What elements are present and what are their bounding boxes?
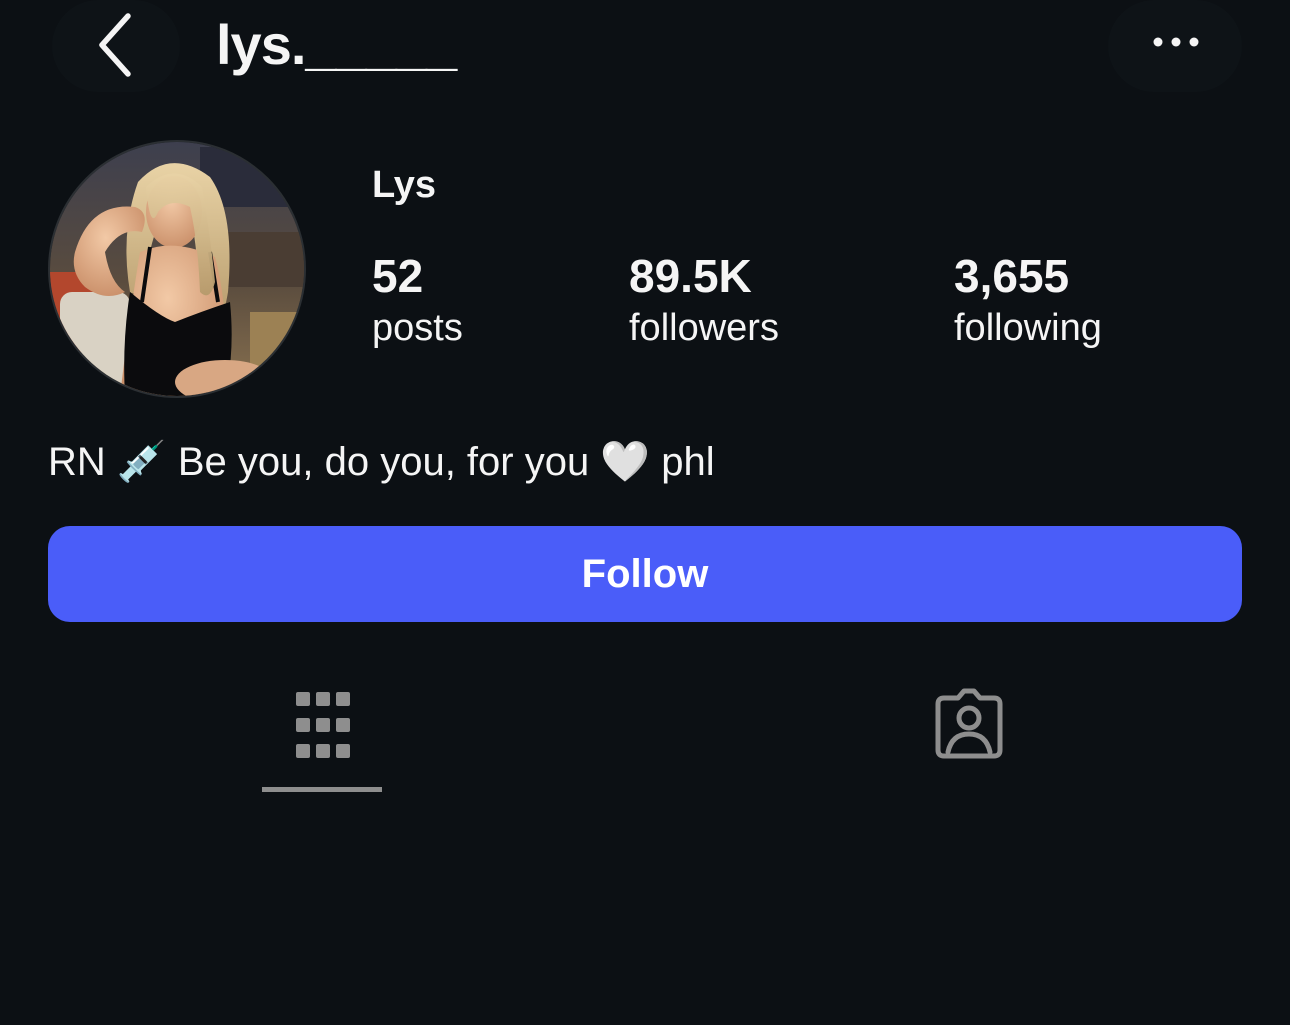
- posts-count: 52: [372, 250, 424, 302]
- more-options-button[interactable]: [1108, 0, 1242, 92]
- tab-tagged[interactable]: [924, 680, 1014, 770]
- followers-label: followers: [629, 307, 779, 349]
- chevron-left-icon: [99, 13, 131, 77]
- profile-username: lys._____: [216, 13, 457, 76]
- profile-page: lys._____ Lys 52 posts 89.5K followers 3…: [0, 0, 1290, 1025]
- stat-following[interactable]: 3,655 following: [954, 248, 1102, 352]
- stat-followers[interactable]: 89.5K followers: [629, 248, 779, 352]
- grid-icon: [296, 692, 350, 758]
- avatar[interactable]: [48, 140, 306, 398]
- bio: RN 💉 Be you, do you, for you 🤍 phl: [48, 434, 715, 490]
- selected-tab-indicator: [262, 787, 382, 792]
- following-label: following: [954, 307, 1102, 349]
- white-heart-emoji: 🤍: [600, 440, 651, 484]
- follow-button[interactable]: Follow: [48, 526, 1242, 622]
- stat-posts[interactable]: 52 posts: [372, 248, 463, 352]
- profile-photo: [50, 142, 304, 396]
- following-count: 3,655: [954, 250, 1070, 302]
- tagged-person-icon: [935, 688, 1003, 759]
- bio-suffix: phl: [661, 440, 715, 484]
- tab-posts-grid[interactable]: [262, 680, 382, 792]
- syringe-emoji: 💉: [116, 440, 167, 484]
- posts-label: posts: [372, 307, 463, 349]
- ellipsis-icon: [1153, 37, 1199, 47]
- bio-text: Be you, do you, for you: [177, 440, 590, 484]
- bio-prefix: RN: [48, 440, 106, 484]
- back-button[interactable]: [52, 0, 180, 92]
- followers-count: 89.5K: [629, 250, 752, 302]
- display-name: Lys: [372, 164, 437, 206]
